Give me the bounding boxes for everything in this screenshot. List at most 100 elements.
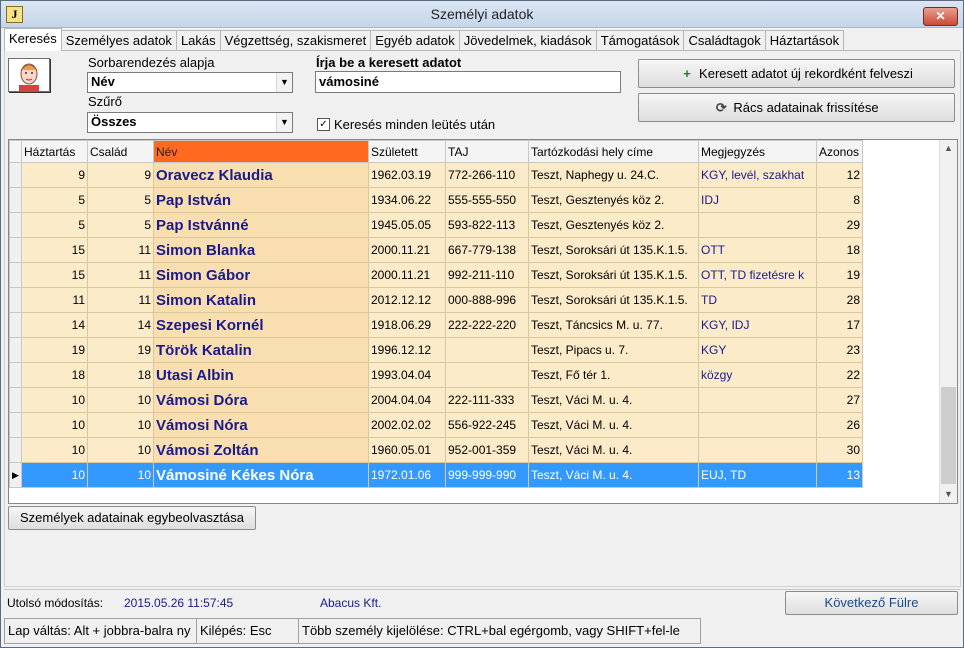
table-cell[interactable]: Teszt, Soroksári út 135.K.1.5.	[528, 287, 699, 313]
title-bar[interactable]: J Személyi adatok ✕	[1, 1, 963, 28]
table-cell[interactable]: Szepesi Kornél	[153, 312, 369, 338]
row-indicator[interactable]	[9, 287, 22, 313]
table-cell[interactable]: 952-001-359	[445, 437, 529, 463]
table-cell[interactable]: 10	[87, 437, 154, 463]
row-indicator[interactable]	[9, 412, 22, 438]
row-indicator[interactable]	[9, 437, 22, 463]
tab-6[interactable]: Támogatások	[595, 30, 685, 51]
table-cell[interactable]: 10	[87, 387, 154, 413]
table-cell[interactable]: Török Katalin	[153, 337, 369, 363]
table-cell[interactable]: 9	[87, 162, 154, 188]
table-cell[interactable]: 2004.04.04	[368, 387, 446, 413]
table-cell[interactable]: 222-111-333	[445, 387, 529, 413]
table-cell[interactable]: 18	[816, 237, 863, 263]
table-row[interactable]: 10 10 Vámosi Dóra 2004.04.04 222-111-333 Tesz…	[9, 387, 863, 413]
table-row[interactable]: 15 11 Simon Gábor 2000.11.21 992-211-110 Tesz…	[9, 262, 863, 288]
tab-8[interactable]: Háztartások	[764, 30, 845, 51]
table-cell[interactable]: 772-266-110	[445, 162, 529, 188]
table-cell[interactable]: 14	[87, 312, 154, 338]
sort-select[interactable]: Név ▼	[87, 72, 293, 93]
table-cell[interactable]: 2002.02.02	[368, 412, 446, 438]
tab-4[interactable]: Egyéb adatok	[370, 30, 460, 51]
table-row[interactable]: 10 10 Vámosi Nóra 2002.02.02 556-922-245 Tesz…	[9, 412, 863, 438]
row-indicator[interactable]	[9, 212, 22, 238]
grid-scrollbar[interactable]: ▲ ▼	[939, 140, 957, 503]
table-cell[interactable]: 2000.11.21	[368, 262, 446, 288]
table-cell[interactable]: 29	[816, 212, 863, 238]
row-indicator[interactable]	[9, 237, 22, 263]
merge-persons-button[interactable]: Személyek adatainak egybeolvasztása	[8, 506, 256, 530]
table-cell[interactable]: 5	[21, 212, 88, 238]
table-cell[interactable]: 556-922-245	[445, 412, 529, 438]
table-cell[interactable]: Vámosi Zoltán	[153, 437, 369, 463]
table-cell[interactable]: 18	[21, 362, 88, 388]
row-indicator[interactable]	[9, 337, 22, 363]
table-cell[interactable]: Pap Istvánné	[153, 212, 369, 238]
table-cell[interactable]: 5	[87, 212, 154, 238]
tab-3[interactable]: Végzettség, szakismeret	[219, 30, 372, 51]
table-cell[interactable]: 15	[21, 237, 88, 263]
table-cell[interactable]: 1962.03.19	[368, 162, 446, 188]
table-cell[interactable]: Teszt, Váci M. u. 4.	[528, 437, 699, 463]
table-cell[interactable]	[445, 362, 529, 388]
column-header[interactable]: Név	[153, 140, 369, 163]
table-cell[interactable]: Teszt, Soroksári út 135.K.1.5.	[528, 237, 699, 263]
table-cell[interactable]: Teszt, Váci M. u. 4.	[528, 412, 699, 438]
row-indicator[interactable]	[9, 312, 22, 338]
tab-5[interactable]: Jövedelmek, kiadások	[458, 30, 597, 51]
table-cell[interactable]: 5	[87, 187, 154, 213]
table-cell[interactable]: 26	[816, 412, 863, 438]
table-cell[interactable]: Teszt, Gesztenyés köz 2.	[528, 187, 699, 213]
table-cell[interactable]: 14	[21, 312, 88, 338]
table-cell[interactable]: EUJ, TD	[698, 462, 817, 488]
table-cell[interactable]: 10	[21, 437, 88, 463]
row-indicator[interactable]	[9, 162, 22, 188]
table-cell[interactable]: OTT	[698, 237, 817, 263]
table-cell[interactable]: Simon Blanka	[153, 237, 369, 263]
table-row[interactable]: 11 11 Simon Katalin 2012.12.12 000-888-996 Te…	[9, 287, 863, 313]
table-cell[interactable]: 27	[816, 387, 863, 413]
table-cell[interactable]: 992-211-110	[445, 262, 529, 288]
table-row[interactable]: ▶ 10 10 Vámosiné Kékes Nóra 1972.01.06 999-99…	[9, 462, 863, 488]
table-cell[interactable]	[698, 387, 817, 413]
table-cell[interactable]: 18	[87, 362, 154, 388]
close-button[interactable]: ✕	[923, 7, 958, 26]
table-cell[interactable]: 1996.12.12	[368, 337, 446, 363]
tab-1[interactable]: Személyes adatok	[60, 30, 177, 51]
table-cell[interactable]: 10	[21, 462, 88, 488]
table-cell[interactable]: Teszt, Váci M. u. 4.	[528, 387, 699, 413]
table-cell[interactable]: Teszt, Soroksári út 135.K.1.5.	[528, 262, 699, 288]
table-cell[interactable]: Teszt, Fő tér 1.	[528, 362, 699, 388]
table-cell[interactable]: 11	[87, 287, 154, 313]
add-record-button[interactable]: + Keresett adatot új rekordként felveszi	[638, 59, 955, 88]
table-cell[interactable]: 593-822-113	[445, 212, 529, 238]
table-row[interactable]: 9 9 Oravecz Klaudia 1962.03.19 772-266-110 Te…	[9, 162, 863, 188]
table-cell[interactable]: Teszt, Pipacs u. 7.	[528, 337, 699, 363]
column-header[interactable]: TAJ	[445, 140, 529, 163]
column-header[interactable]: Háztartás	[21, 140, 88, 163]
chevron-down-icon[interactable]: ▼	[276, 73, 292, 92]
table-cell[interactable]: 1960.05.01	[368, 437, 446, 463]
table-row[interactable]: 5 5 Pap Istvánné 1945.05.05 593-822-113 Teszt…	[9, 212, 863, 238]
table-cell[interactable]: 30	[816, 437, 863, 463]
row-indicator[interactable]: ▶	[9, 462, 22, 488]
table-cell[interactable]: Vámosi Dóra	[153, 387, 369, 413]
table-cell[interactable]	[698, 437, 817, 463]
table-cell[interactable]: Teszt, Táncsics M. u. 77.	[528, 312, 699, 338]
table-cell[interactable]: 10	[21, 387, 88, 413]
tab-2[interactable]: Lakás	[175, 30, 221, 51]
table-cell[interactable]: 10	[87, 412, 154, 438]
table-cell[interactable]: 12	[816, 162, 863, 188]
table-cell[interactable]: 1934.06.22	[368, 187, 446, 213]
table-cell[interactable]: 19	[87, 337, 154, 363]
table-cell[interactable]	[698, 212, 817, 238]
refresh-grid-button[interactable]: ⟳ Rács adatainak frissítése	[638, 93, 955, 122]
scroll-thumb[interactable]	[941, 387, 956, 484]
filter-select[interactable]: Összes ▼	[87, 112, 293, 133]
table-cell[interactable]: 222-222-220	[445, 312, 529, 338]
table-cell[interactable]: 13	[816, 462, 863, 488]
table-cell[interactable]: 999-999-990	[445, 462, 529, 488]
table-row[interactable]: 14 14 Szepesi Kornél 1918.06.29 222-222-220 T…	[9, 312, 863, 338]
next-tab-button[interactable]: Következő Fülre	[785, 591, 958, 615]
table-cell[interactable]: közgy	[698, 362, 817, 388]
